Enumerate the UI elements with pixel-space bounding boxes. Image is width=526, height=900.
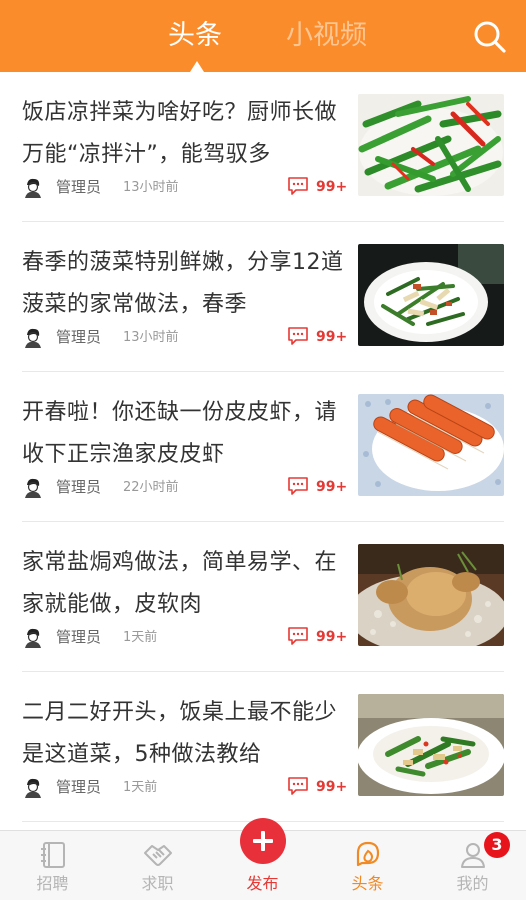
news-feed: 饭店凉拌菜为啥好吃？厨师长做万能“凉拌汁”，能驾驭多 管理员 13小时前 99+ <box>0 72 526 830</box>
publish-time: 1天前 <box>123 630 158 645</box>
nav-label: 头条 <box>351 874 384 893</box>
avatar <box>22 176 44 198</box>
headlines-icon <box>356 841 380 867</box>
avatar <box>22 776 44 798</box>
nav-label: 招聘 <box>36 874 69 893</box>
author-name: 管理员 <box>56 778 102 796</box>
tab-short-video[interactable]: 小视频 <box>286 18 367 54</box>
avatar <box>22 326 44 348</box>
avatar <box>22 476 44 498</box>
recruit-icon <box>41 842 65 868</box>
comment-count: 99+ <box>316 629 348 645</box>
publish-time: 13小时前 <box>123 330 179 345</box>
list-item[interactable]: 开春啦！你还缺一份皮皮虾，请收下正宗渔家皮皮虾 管理员 22小时前 99+ <box>0 372 526 522</box>
article-title[interactable]: 开春啦！你还缺一份皮皮虾，请收下正宗渔家皮皮虾 <box>22 392 344 478</box>
plus-icon-vertical <box>261 831 265 851</box>
nav-item-job-seek[interactable]: 求职 <box>105 831 210 900</box>
search-icon[interactable] <box>471 19 507 55</box>
nav-label: 发布 <box>246 874 279 893</box>
nav-item-recruit[interactable]: 招聘 <box>0 831 105 900</box>
list-item[interactable]: 春季的菠菜特别鲜嫩，分享12道菠菜的家常做法，春季 管理员 13小时前 99+ <box>0 222 526 372</box>
article-title[interactable]: 家常盐焗鸡做法，简单易学、在家就能做，皮软肉 <box>22 542 344 628</box>
comment-icon <box>288 177 308 195</box>
article-meta: 管理员 1天前 99+ <box>22 776 352 798</box>
nav-item-headlines[interactable]: 头条 <box>315 831 420 900</box>
nav-label: 求职 <box>141 874 174 893</box>
publish-time: 1天前 <box>123 780 158 795</box>
comment-icon <box>288 627 308 645</box>
comment-icon <box>288 477 308 495</box>
article-thumbnail[interactable] <box>358 544 504 646</box>
article-thumbnail[interactable] <box>358 394 504 496</box>
top-bar: 头条 小视频 <box>0 0 526 72</box>
article-title[interactable]: 二月二好开头，饭桌上最不能少是这道菜，5种做法教给 <box>22 692 344 778</box>
article-meta: 管理员 1天前 99+ <box>22 626 352 648</box>
list-item[interactable]: 饭店凉拌菜为啥好吃？厨师长做万能“凉拌汁”，能驾驭多 管理员 13小时前 99+ <box>0 72 526 222</box>
article-thumbnail[interactable] <box>358 244 504 346</box>
publish-time: 13小时前 <box>123 180 179 195</box>
publish-time: 22小时前 <box>123 480 179 495</box>
comment-count: 99+ <box>316 779 348 795</box>
comment-icon <box>288 777 308 795</box>
author-name: 管理员 <box>56 478 102 496</box>
comment-count: 99+ <box>316 329 348 345</box>
article-thumbnail[interactable] <box>358 694 504 796</box>
nav-label: 我的 <box>456 874 489 893</box>
article-title[interactable]: 春季的菠菜特别鲜嫩，分享12道菠菜的家常做法，春季 <box>22 242 344 328</box>
article-meta: 管理员 22小时前 99+ <box>22 476 352 498</box>
article-title[interactable]: 饭店凉拌菜为啥好吃？厨师长做万能“凉拌汁”，能驾驭多 <box>22 92 344 178</box>
article-thumbnail[interactable] <box>358 94 504 196</box>
article-meta: 管理员 13小时前 99+ <box>22 176 352 198</box>
notification-badge: 3 <box>484 832 510 858</box>
avatar <box>22 626 44 648</box>
list-item[interactable]: 家常盐焗鸡做法，简单易学、在家就能做，皮软肉 管理员 1天前 99+ <box>0 522 526 672</box>
author-name: 管理员 <box>56 328 102 346</box>
active-tab-indicator <box>190 61 204 72</box>
comment-count: 99+ <box>316 179 348 195</box>
handshake-icon <box>144 845 172 866</box>
author-name: 管理员 <box>56 628 102 646</box>
article-meta: 管理员 13小时前 99+ <box>22 326 352 348</box>
author-name: 管理员 <box>56 178 102 196</box>
comment-count: 99+ <box>316 479 348 495</box>
publish-button[interactable] <box>240 818 286 864</box>
list-item[interactable]: 二月二好开头，饭桌上最不能少是这道菜，5种做法教给 管理员 1天前 99+ <box>0 672 526 822</box>
comment-icon <box>288 327 308 345</box>
tab-headlines[interactable]: 头条 <box>168 18 222 54</box>
